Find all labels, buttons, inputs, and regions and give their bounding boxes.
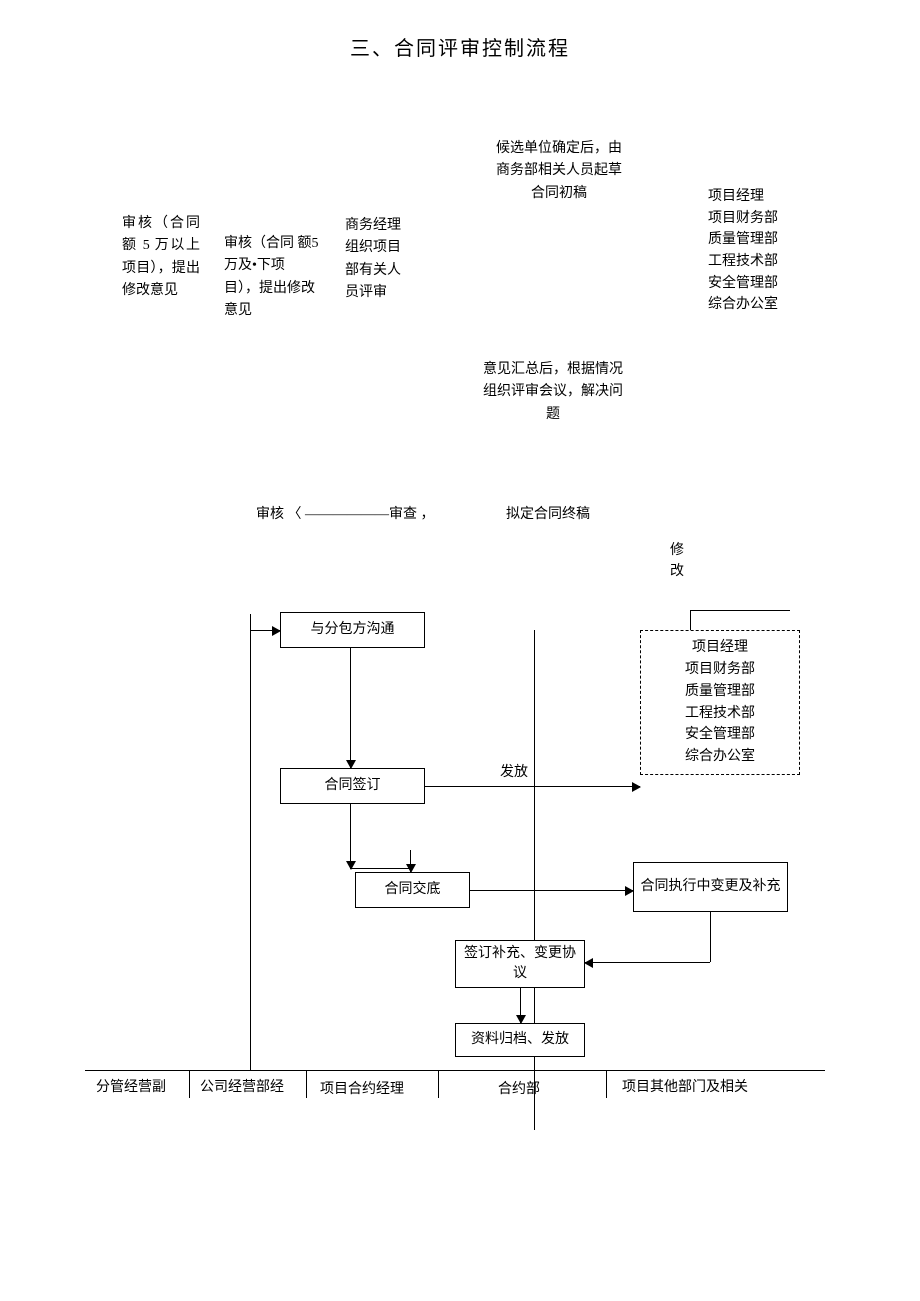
arrow-to-communicate <box>250 630 280 631</box>
line-sign-to-brief-h <box>350 868 410 869</box>
dept-list-top: 项目经理 项目财务部 质量管理部 工程技术部 安全管理部 综合办公室 <box>708 186 778 316</box>
text-review-above-5w: 审核（合同额 5 万以上项目），提出修改意见 <box>122 213 200 303</box>
lane-label-1: 分管经营副 <box>96 1076 166 1096</box>
lane-sep-1 <box>189 1070 190 1098</box>
arrow-supplement-to-archive <box>520 988 521 1023</box>
box-sign-supplement: 签订补充、变更协议 <box>455 940 585 988</box>
lane-label-4: 合约部 <box>498 1078 540 1098</box>
guide-line-left <box>250 614 251 1070</box>
box-departments: 项目经理 项目财务部 质量管理部 工程技术部 安全管理部 综合办公室 <box>640 630 800 775</box>
lane-sep-2 <box>306 1070 307 1098</box>
box-contract-brief: 合同交底 <box>355 872 470 908</box>
box-label: 合同执行中变更及补充 <box>641 877 781 897</box>
arrow-change-to-supplement <box>585 962 710 963</box>
text-modify: 修 改 <box>670 540 684 582</box>
text-review-check: 审核 〈 ——————审查 ， <box>256 504 435 526</box>
text-summary: 意见汇总后，根据情况组织评审会议，解决问题 <box>483 359 623 426</box>
lane-label-5: 项目其他部门及相关 <box>622 1076 748 1096</box>
box-label: 与分包方沟通 <box>311 620 395 640</box>
text-candidate-confirm: 候选单位确定后，由商务部相关人员起草合同初稿 <box>494 138 624 205</box>
lane-sep-4 <box>606 1070 607 1098</box>
guide-line-right-top-h <box>690 610 790 611</box>
box-archive: 资料归档、发放 <box>455 1023 585 1057</box>
lane-top-border <box>85 1070 825 1071</box>
lane-label-2: 公司经营部经 <box>200 1076 284 1096</box>
lane-label-3: 项目合约经理 <box>320 1078 404 1098</box>
box-label: 项目经理 项目财务部 质量管理部 工程技术部 安全管理部 综合办公室 <box>685 637 755 767</box>
text-business-manager: 商务经理组织项目部有关人员评审 <box>345 215 405 305</box>
text-review-below-5w: 审核（合同 额5 万及•下项目），提出修改 意见 <box>224 233 319 323</box>
arrow-into-brief <box>410 850 411 872</box>
box-label: 合同交底 <box>385 880 441 900</box>
lane-sep-3 <box>438 1070 439 1098</box>
text-final-draft: 拟定合同终稿 <box>506 504 590 526</box>
box-label: 资料归档、发放 <box>471 1030 569 1050</box>
arrow-communicate-to-sign <box>350 648 351 768</box>
arrow-sign-down <box>350 804 351 869</box>
arrow-sign-to-dept <box>425 786 640 787</box>
page-title: 三、合同评审控制流程 <box>0 32 920 61</box>
box-contract-change: 合同执行中变更及补充 <box>633 862 788 912</box>
box-contract-sign: 合同签订 <box>280 768 425 804</box>
line-change-down <box>710 912 711 962</box>
box-label: 签订补充、变更协议 <box>460 944 580 983</box>
label-distribute: 发放 <box>500 762 528 784</box>
box-communicate-subcontractor: 与分包方沟通 <box>280 612 425 648</box>
guide-line-right-top <box>690 610 691 630</box>
arrow-brief-to-change <box>470 890 633 891</box>
box-label: 合同签订 <box>325 776 381 796</box>
